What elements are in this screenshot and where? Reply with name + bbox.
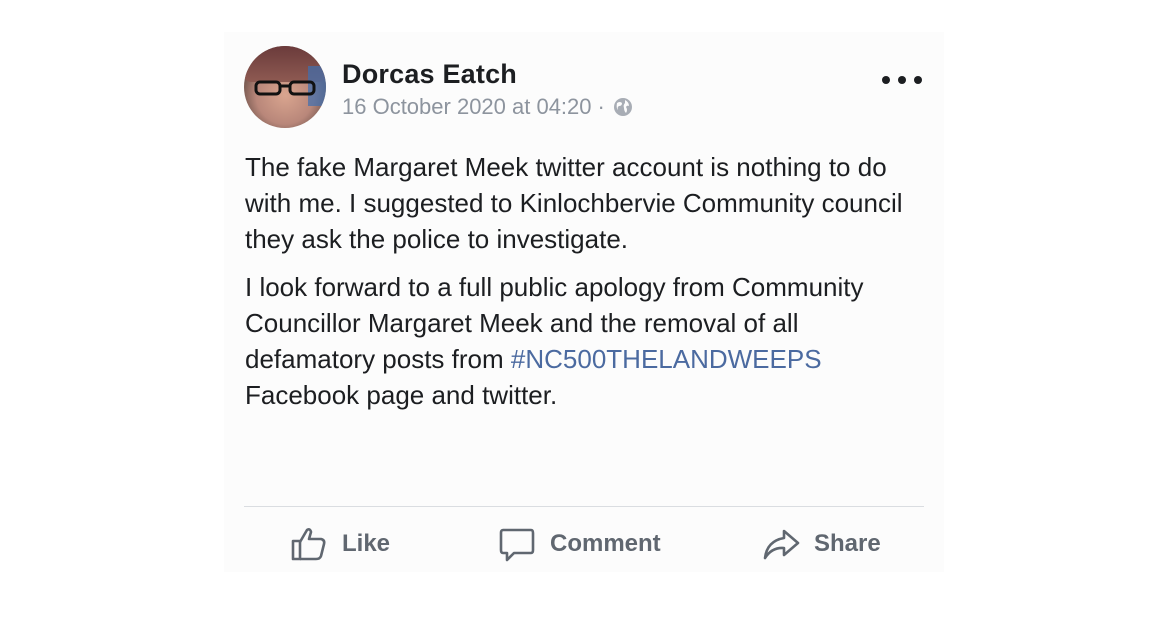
more-dot [882,76,890,84]
post-card: Dorcas Eatch 16 October 2020 at 04:20 · … [224,32,944,572]
comment-icon [499,528,535,562]
hashtag-link[interactable]: #NC500THELANDWEEPS [511,344,822,374]
like-label: Like [342,530,391,557]
thumbs-up-icon [291,528,326,561]
more-dot [898,76,906,84]
post-meta: 16 October 2020 at 04:20 · [342,94,633,120]
like-button[interactable]: Like [290,524,390,564]
avatar[interactable] [244,46,326,128]
author-name[interactable]: Dorcas Eatch [342,59,517,90]
post-paragraph: I look forward to a full public apology … [245,269,925,413]
share-arrow-icon [763,529,800,560]
post-timestamp[interactable]: 16 October 2020 at 04:20 [342,94,592,120]
share-button[interactable]: Share [762,524,881,564]
post-paragraph: The fake Margaret Meek twitter account i… [245,152,903,254]
more-options-icon[interactable] [882,68,922,92]
post-text: Facebook page and twitter. [245,380,558,410]
share-label: Share [814,530,881,557]
avatar-glasses [254,80,316,96]
globe-icon [613,98,632,116]
post-body: The fake Margaret Meek twitter account i… [245,149,925,425]
comment-button[interactable]: Comment [498,524,661,564]
action-bar: Like Comment Share [244,516,924,572]
comment-label: Comment [550,530,661,557]
meta-separator: · [597,94,605,119]
more-dot [914,76,922,84]
divider [244,506,924,507]
